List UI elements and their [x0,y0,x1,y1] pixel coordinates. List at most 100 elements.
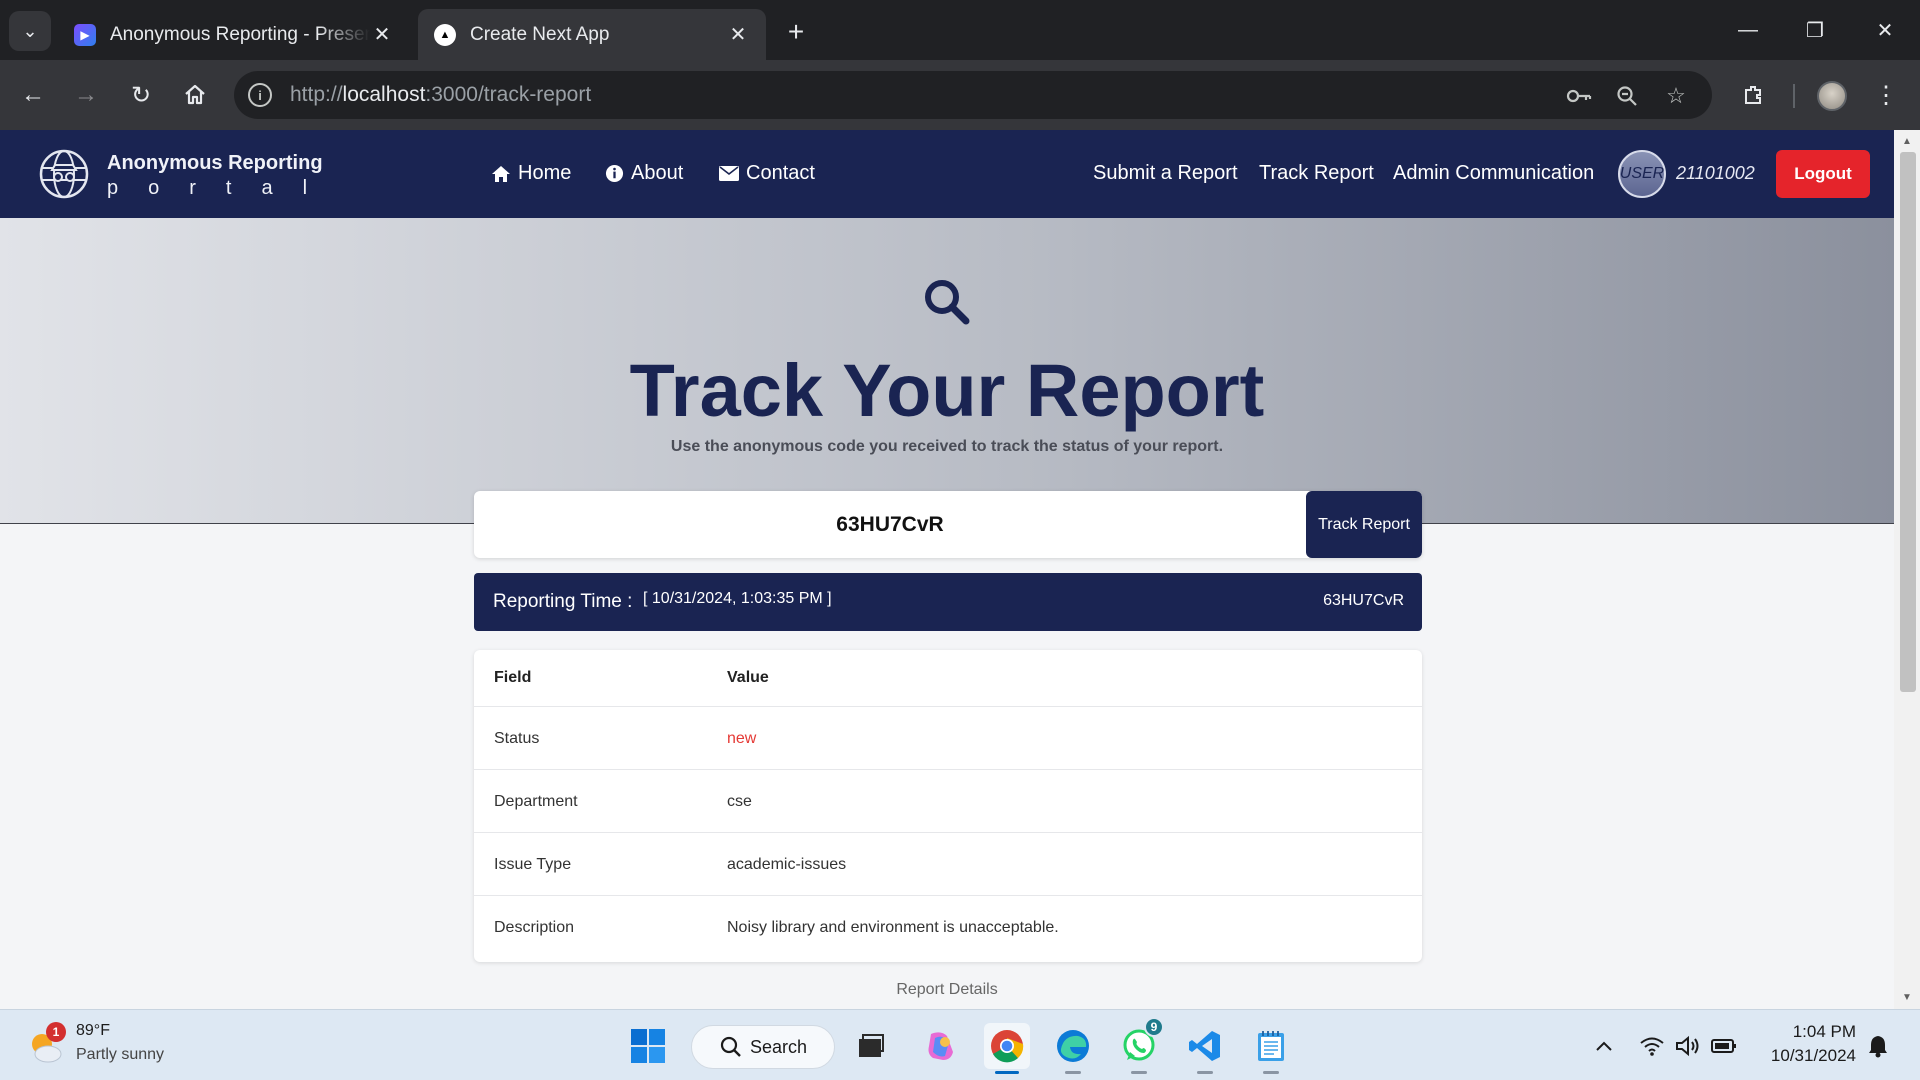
nav-track-report-link[interactable]: Track Report [1259,162,1374,185]
forward-arrow-icon[interactable]: → [66,75,106,115]
chrome-taskbar-icon[interactable] [984,1023,1030,1074]
brand-title[interactable]: Anonymous Reporting [107,152,323,175]
task-view-icon[interactable] [848,1023,894,1069]
taskbar-search[interactable]: Search [691,1025,835,1069]
page-title: Track Your Report [629,349,1265,432]
home-icon[interactable] [175,75,215,115]
running-app-indicator [1065,1071,1081,1074]
taskbar-clock-time[interactable]: 1:04 PM [1764,1022,1856,1042]
site-navbar: Anonymous Reporting portal Home About Co… [0,130,1894,218]
value-cell: cse [727,793,752,810]
table-row: Issue Type academic-issues [474,833,1422,896]
reporting-time-label: Reporting Time : [493,591,633,612]
tab-close-icon[interactable]: ✕ [370,22,394,47]
taskbar-clock-date[interactable]: 10/31/2024 [1750,1046,1856,1066]
address-bar[interactable]: i http://localhost:3000/track-report ☆ [234,71,1712,119]
minimize-icon[interactable]: — [1723,10,1773,50]
reporting-time-value: [ 10/31/2024, 1:03:35 PM ] [643,590,832,607]
page-scrollbar[interactable]: ▲ ▼ [1894,130,1920,1009]
site-info-icon[interactable]: i [248,83,272,107]
taskbar-search-label: Search [750,1036,808,1057]
whatsapp-icon[interactable]: 9 [1116,1017,1164,1074]
scroll-up-arrow-icon[interactable]: ▲ [1900,136,1914,147]
browser-tab-strip: ⌄ ▶ Anonymous Reporting - Presentation ✕… [0,0,1920,60]
vscode-icon[interactable] [1182,1023,1228,1074]
browser-toolbar: ← → ↻ i http://localhost:3000/track-repo… [0,60,1920,130]
browser-menu-icon[interactable]: ⋮ [1866,75,1906,115]
url-text[interactable]: http://localhost:3000/track-report [290,83,591,107]
nav-contact-label: Contact [746,162,815,184]
tab-title: Anonymous Reporting - Presentation [110,23,370,45]
nav-home-link[interactable]: Home [490,162,571,185]
table-caption: Report Details [896,981,998,998]
password-key-icon[interactable] [1564,81,1594,111]
notification-bell-icon[interactable] [1864,1032,1892,1060]
status-value-cell: new [727,730,757,747]
hero-section: Track Your Report Use the anonymous code… [0,218,1894,524]
user-avatar[interactable]: USER [1618,150,1666,198]
wifi-icon[interactable] [1638,1032,1666,1060]
whatsapp-unread-badge: 9 [1144,1017,1164,1037]
page-viewport: Anonymous Reporting portal Home About Co… [0,130,1894,1009]
toolbar-divider [1793,84,1795,108]
tab-title: Create Next App [470,23,610,45]
profile-avatar[interactable] [1817,81,1847,111]
user-id: 21101002 [1676,163,1755,183]
field-cell: Status [494,730,540,747]
extensions-icon[interactable] [1733,75,1773,115]
page-subtitle: Use the anonymous code you received to t… [670,438,1224,455]
weather-alert-badge: 1 [46,1022,66,1042]
column-header-value: Value [727,669,769,686]
window-close-icon[interactable]: ✕ [1860,10,1910,50]
presentation-favicon-icon: ▶ [74,23,96,46]
tab-create-next-app[interactable]: ▲ Create Next App ✕ [418,9,766,60]
show-hidden-icons-chevron-icon[interactable] [1590,1032,1618,1060]
search-icon [720,1036,741,1057]
weather-temperature: 89°F [76,1022,110,1039]
field-cell: Description [494,919,575,936]
nav-about-link[interactable]: About [603,162,683,185]
anonymous-globe-logo-icon [39,149,89,199]
zoom-icon[interactable] [1612,81,1642,111]
nav-home-label: Home [518,162,572,184]
table-header-row: Field Value [474,650,1422,707]
nav-contact-link[interactable]: Contact [718,162,815,185]
table-row: Status new [474,707,1422,770]
battery-icon[interactable] [1710,1032,1738,1060]
value-cell: academic-issues [727,856,847,873]
weather-description: Partly sunny [76,1046,165,1063]
restore-icon[interactable]: ❐ [1790,10,1840,50]
tab-close-icon[interactable]: ✕ [726,22,750,47]
running-app-indicator [1197,1071,1213,1074]
notepad-icon[interactable] [1248,1023,1294,1074]
running-app-indicator [1131,1071,1147,1074]
scroll-down-arrow-icon[interactable]: ▼ [1900,992,1914,1003]
tab-search-button[interactable]: ⌄ [9,11,51,51]
brand-subtitle: portal [107,177,338,199]
active-app-indicator [995,1071,1019,1074]
new-tab-plus-icon[interactable]: + [778,14,814,50]
reload-icon[interactable]: ↻ [121,75,161,115]
running-app-indicator [1263,1071,1279,1074]
back-arrow-icon[interactable]: ← [13,75,53,115]
search-icon [925,280,970,325]
tracking-code-input[interactable] [474,491,1306,558]
windows-taskbar: 1 89°F Partly sunny Search 9 1:04 PM 10/… [0,1009,1920,1080]
track-report-button[interactable]: Track Report [1306,491,1422,558]
nextjs-favicon-icon: ▲ [434,23,456,46]
copilot-icon[interactable] [918,1023,964,1069]
report-code: 63HU7CvR [1323,592,1404,609]
table-row: Department cse [474,770,1422,833]
nav-admin-communication-link[interactable]: Admin Communication [1393,162,1594,185]
volume-icon[interactable] [1674,1032,1702,1060]
windows-start-icon[interactable] [625,1023,671,1069]
bookmark-star-icon[interactable]: ☆ [1661,81,1691,111]
logout-button[interactable]: Logout [1776,150,1870,198]
tab-anonymous-reporting[interactable]: ▶ Anonymous Reporting - Presentation ✕ [58,9,410,60]
edge-icon[interactable] [1050,1023,1096,1074]
report-details-table: Field Value Status new Department cse Is… [474,650,1422,962]
home-icon [490,163,512,185]
scrollbar-thumb[interactable] [1900,152,1916,692]
nav-submit-report-link[interactable]: Submit a Report [1093,162,1238,185]
field-cell: Issue Type [494,856,572,873]
